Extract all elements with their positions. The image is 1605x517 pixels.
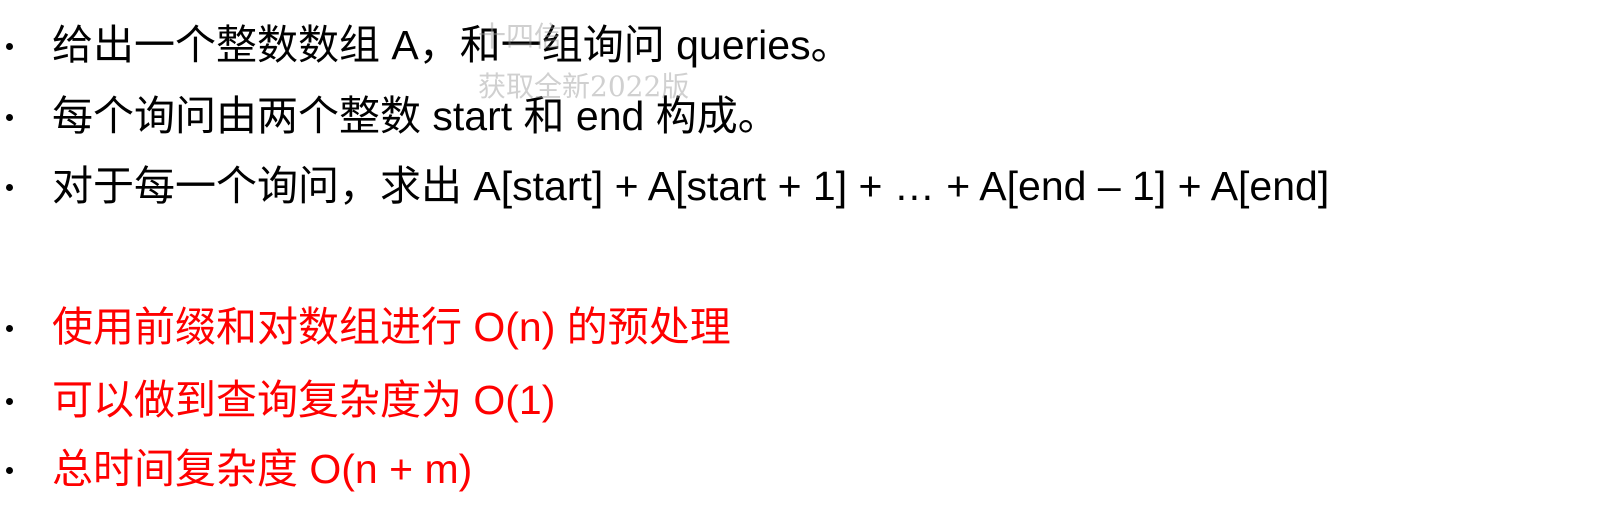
bullet-dot-icon — [6, 398, 13, 405]
bullet-item-1: 给出一个整数数组 A，和一组询问 queries。 — [0, 17, 1600, 73]
bullet-item-6: 总时间复杂度 O(n + m) — [0, 441, 1600, 497]
bullet-dot-icon — [6, 184, 13, 191]
bullet-text: 可以做到查询复杂度为 O(1) — [52, 377, 556, 423]
bullet-item-4: 使用前缀和对数组进行 O(n) 的预处理 — [0, 299, 1600, 355]
bullet-dot-icon — [6, 43, 13, 50]
bullet-dot-icon — [6, 467, 13, 474]
bullet-item-3: 对于每一个询问，求出 A[start] + A[start + 1] + … +… — [0, 158, 1600, 214]
bullet-item-5: 可以做到查询复杂度为 O(1) — [0, 372, 1600, 428]
bullet-text: 给出一个整数数组 A，和一组询问 queries。 — [52, 22, 852, 68]
bullet-dot-icon — [6, 114, 13, 121]
watermark-line-1: 十四信 — [478, 20, 563, 53]
slide: 给出一个整数数组 A，和一组询问 queries。 每个询问由两个整数 star… — [0, 0, 1605, 517]
bullet-text: 对于每一个询问，求出 A[start] + A[start + 1] + … +… — [52, 163, 1330, 209]
watermark-line-2: 获取全新2022版 — [478, 70, 690, 103]
bullet-dot-icon — [6, 325, 13, 332]
bullet-item-2: 每个询问由两个整数 start 和 end 构成。 — [0, 88, 1600, 144]
bullet-text: 使用前缀和对数组进行 O(n) 的预处理 — [52, 304, 731, 350]
bullet-text: 总时间复杂度 O(n + m) — [52, 446, 473, 492]
